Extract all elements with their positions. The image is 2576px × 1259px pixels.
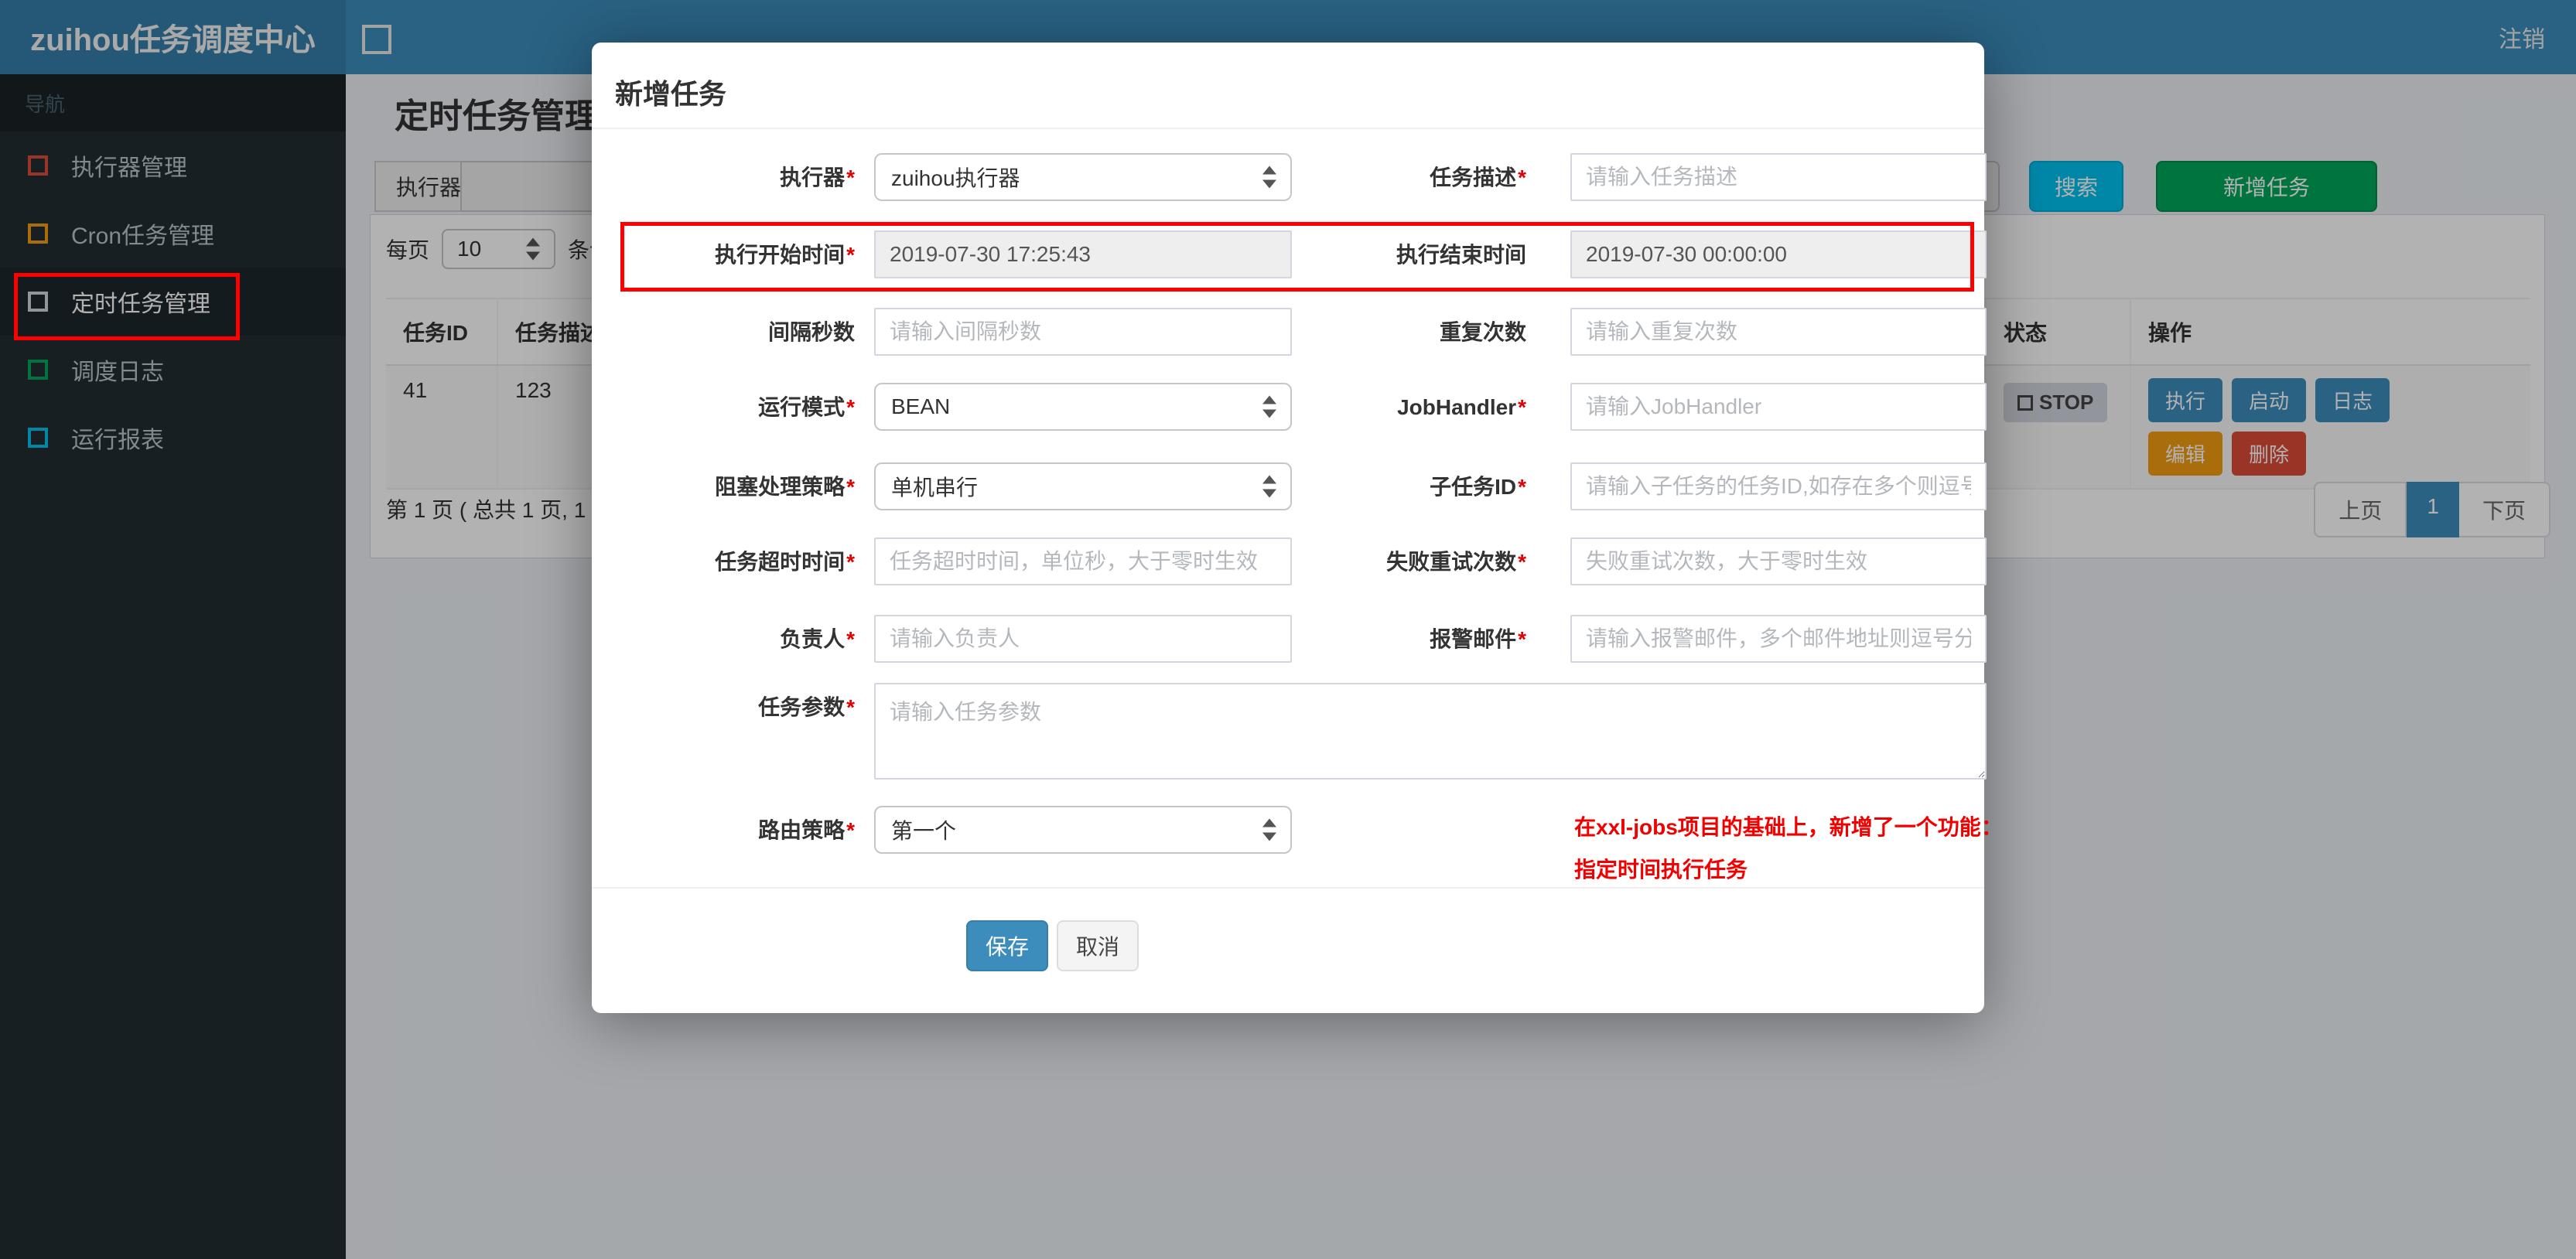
interval-label: 间隔秒数 bbox=[767, 320, 855, 344]
owner-label: 负责人* bbox=[780, 627, 855, 651]
fail-retry-input[interactable] bbox=[1570, 537, 1987, 585]
child-id-label: 子任务ID* bbox=[1430, 475, 1526, 499]
add-task-modal: 新增任务 执行器* zuihou执行器 任务描述* 执行开始时间* 执行结束时间… bbox=[592, 43, 2003, 1013]
block-strategy-label: 阻塞处理策略* bbox=[715, 475, 855, 499]
modal-title: 新增任务 bbox=[615, 78, 727, 110]
select-caret-icon bbox=[1262, 818, 1276, 841]
red-note-line2: 指定时间执行任务 bbox=[1574, 858, 1748, 882]
route-strategy-select[interactable]: 第一个 bbox=[874, 806, 1292, 854]
job-desc-input[interactable] bbox=[1570, 153, 1987, 201]
executor-select-value: zuihou执行器 bbox=[891, 166, 1020, 190]
job-desc-label: 任务描述* bbox=[1430, 165, 1526, 189]
modal-divider bbox=[592, 128, 1984, 129]
executor-select[interactable]: zuihou执行器 bbox=[874, 153, 1292, 201]
job-param-textarea[interactable] bbox=[874, 683, 1987, 780]
block-strategy-select[interactable]: 单机串行 bbox=[874, 462, 1292, 510]
repeat-label: 重复次数 bbox=[1439, 320, 1526, 344]
modal-footer-divider bbox=[592, 887, 1984, 889]
save-button[interactable]: 保存 bbox=[966, 920, 1048, 971]
block-strategy-select-value: 单机串行 bbox=[891, 476, 979, 500]
route-strategy-select-value: 第一个 bbox=[891, 819, 957, 843]
run-mode-select-value: BEAN bbox=[891, 394, 951, 418]
modal-red-note: 在xxl-jobs项目的基础上，新增了一个功能： 指定时间执行任务 bbox=[1574, 806, 2007, 891]
job-param-label: 任务参数* bbox=[758, 695, 855, 719]
executor-label: 执行器* bbox=[780, 165, 855, 189]
route-strategy-label: 路由策略* bbox=[758, 818, 855, 842]
owner-input[interactable] bbox=[874, 615, 1292, 663]
interval-input[interactable] bbox=[874, 308, 1292, 356]
job-handler-input[interactable] bbox=[1570, 383, 1987, 431]
timeout-input[interactable] bbox=[874, 537, 1292, 585]
app-window: zuihou任务调度中心 注销 导航 执行器管理 Cron任务管理 定时任务管理… bbox=[0, 0, 2576, 1259]
red-note-line1: 在xxl-jobs项目的基础上，新增了一个功能： bbox=[1574, 815, 2003, 839]
select-caret-icon bbox=[1262, 165, 1276, 189]
job-handler-label: JobHandler* bbox=[1397, 395, 1526, 419]
select-caret-icon bbox=[1262, 475, 1276, 498]
alarm-email-input[interactable] bbox=[1570, 615, 1987, 663]
alarm-email-label: 报警邮件* bbox=[1430, 627, 1526, 651]
annotation-box-time-row bbox=[620, 222, 1974, 292]
cancel-button[interactable]: 取消 bbox=[1057, 920, 1139, 971]
child-id-input[interactable] bbox=[1570, 462, 1987, 510]
run-mode-label: 运行模式* bbox=[758, 395, 855, 419]
run-mode-select[interactable]: BEAN bbox=[874, 383, 1292, 431]
select-caret-icon bbox=[1262, 395, 1276, 418]
repeat-input[interactable] bbox=[1570, 308, 1987, 356]
annotation-box-sidebar-timed-task bbox=[14, 273, 240, 340]
fail-retry-label: 失败重试次数* bbox=[1386, 550, 1526, 574]
timeout-label: 任务超时时间* bbox=[715, 550, 855, 574]
